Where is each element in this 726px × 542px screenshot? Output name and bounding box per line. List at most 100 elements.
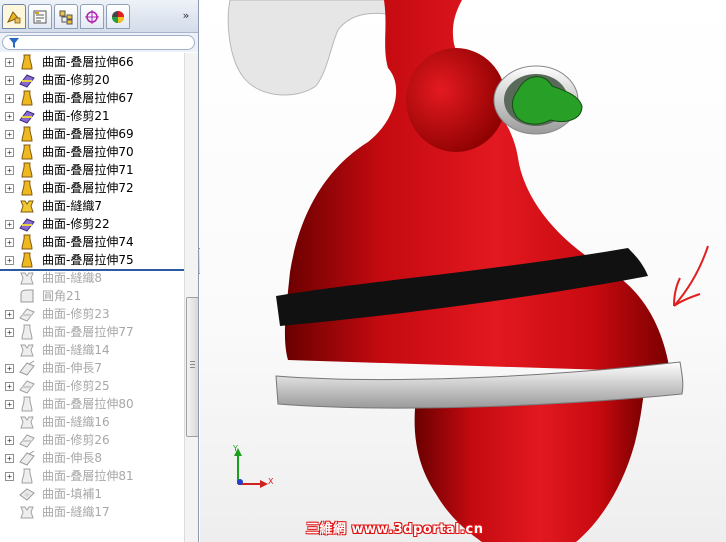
feature-tree-item[interactable]: + 曲面-叠層拉伸71 [0,161,184,179]
annotation-arrow [673,245,709,307]
feature-tree-item-label: 曲面-伸長7 [42,361,102,375]
expand-icon[interactable]: + [5,472,14,481]
feature-tree-item-label: 曲面-修剪21 [42,109,110,123]
feature-tree-item-label: 曲面-叠層拉伸70 [42,145,134,159]
feature-tree-item[interactable]: + 曲面-叠層拉伸66 [0,53,184,71]
feature-tree-item[interactable]: + 曲面-叠層拉伸70 [0,143,184,161]
rollback-bar[interactable] [0,269,184,271]
feature-tree: + 曲面-叠層拉伸66 + 曲面-修剪20 + 曲面-叠層拉伸67 + 曲面-修剪21 + 曲面-… [0,53,184,542]
feature-tree-item-label: 曲面-縫織8 [42,271,102,285]
collapse-panel-button[interactable]: » [177,6,195,26]
expand-icon[interactable]: + [5,94,14,103]
trim-icon [19,378,35,394]
double-chevron-right-icon: » [182,9,190,22]
feature-tree-item[interactable]: + 曲面-叠層拉伸75 [0,251,184,269]
panel-tab-bar: » [0,0,198,33]
property-manager-tab-icon [33,10,47,23]
model-view: Y X [227,0,709,542]
triad-y-label: Y [232,444,238,453]
knit-icon [19,504,35,520]
expand-icon[interactable]: + [5,400,14,409]
feature-tree-item-label: 曲面-縫織16 [42,415,110,429]
trim-icon [19,72,35,88]
expand-icon[interactable]: + [5,364,14,373]
feature-tree-item-label: 曲面-縫織14 [42,343,110,357]
feature-tree-item-label: 曲面-叠層拉伸77 [42,325,134,339]
extend-icon [19,360,35,376]
expand-icon[interactable]: + [5,256,14,265]
feature-tree-item-label: 曲面-叠層拉伸74 [42,235,134,249]
feature-tree-item[interactable]: + 曲面-修剪20 [0,71,184,89]
scrollbar-thumb[interactable] [186,297,198,437]
feature-tree-item[interactable]: 曲面-縫織8 [0,269,184,287]
filter-input[interactable] [2,35,195,50]
expand-icon[interactable]: + [5,220,14,229]
coordinate-triad: Y X [232,444,274,488]
feature-tree-item[interactable]: + 曲面-修剪26 [0,431,184,449]
expand-icon[interactable]: + [5,436,14,445]
feature-manager-tab[interactable] [2,4,26,29]
loft-icon [19,234,35,250]
property-manager-tab[interactable] [28,4,52,29]
feature-tree-item[interactable]: + 曲面-叠層拉伸69 [0,125,184,143]
feature-tree-item[interactable]: + 曲面-修剪22 [0,215,184,233]
feature-tree-item[interactable]: + 曲面-伸長8 [0,449,184,467]
feature-tree-item[interactable]: 圓角21 [0,287,184,305]
feature-tree-item-label: 曲面-叠層拉伸66 [42,55,134,69]
expand-icon[interactable]: + [5,166,14,175]
feature-tree-item[interactable]: + 曲面-叠層拉伸77 [0,323,184,341]
feature-tree-item[interactable]: + 曲面-修剪21 [0,107,184,125]
feature-manager-panel: » + 曲面-叠層拉伸66 + 曲面-修剪20 + 曲面-叠層拉伸67 + 曲面-修剪21 + 曲… [0,0,199,542]
feature-tree-item[interactable]: 曲面-縫織16 [0,413,184,431]
trim-icon [19,306,35,322]
feature-tree-item[interactable]: + 曲面-叠層拉伸72 [0,179,184,197]
expand-icon[interactable]: + [5,148,14,157]
trim-icon [19,108,35,124]
expand-icon[interactable]: + [5,184,14,193]
feature-tree-item-label: 曲面-縫織7 [42,199,102,213]
feature-tree-item[interactable]: + 曲面-修剪23 [0,305,184,323]
triad-x-label: X [268,477,274,486]
expand-icon[interactable]: + [5,76,14,85]
feature-tree-item[interactable]: 曲面-縫織14 [0,341,184,359]
feature-tree-item[interactable]: 曲面-縫織17 [0,503,184,521]
loft-icon [19,144,35,160]
expand-icon[interactable]: + [5,382,14,391]
configuration-manager-tab[interactable] [54,4,78,29]
trim-icon [19,216,35,232]
feature-tree-item-label: 曲面-修剪26 [42,433,110,447]
display-manager-tab[interactable] [106,4,130,29]
feature-tree-item[interactable]: 曲面-填補1 [0,485,184,503]
tree-scrollbar[interactable] [184,53,198,542]
expand-icon[interactable]: + [5,112,14,121]
loft-icon [19,126,35,142]
feature-tree-item-label: 曲面-叠層拉伸80 [42,397,134,411]
feature-tree-item[interactable]: + 曲面-叠層拉伸80 [0,395,184,413]
upper-arm [406,48,506,152]
expand-icon[interactable]: + [5,238,14,247]
loft-icon [19,468,35,484]
feature-tree-item[interactable]: + 曲面-伸長7 [0,359,184,377]
feature-tree-item[interactable]: + 曲面-叠層拉伸67 [0,89,184,107]
graphics-viewport[interactable]: Y X [200,0,726,542]
feature-tree-item[interactable]: + 曲面-修剪25 [0,377,184,395]
knit-icon [19,198,35,214]
trim-icon [19,432,35,448]
feature-tree-item-label: 曲面-叠層拉伸67 [42,91,134,105]
loft-icon [19,54,35,70]
feature-tree-item[interactable]: 曲面-縫織7 [0,197,184,215]
dimxpert-manager-tab-icon [85,9,99,24]
knit-icon [19,414,35,430]
expand-icon[interactable]: + [5,454,14,463]
feature-tree-item[interactable]: + 曲面-叠層拉伸81 [0,467,184,485]
feature-tree-item-label: 圓角21 [42,289,82,303]
feature-tree-item-label: 曲面-縫織17 [42,505,110,519]
filter-row [0,33,198,52]
expand-icon[interactable]: + [5,310,14,319]
expand-icon[interactable]: + [5,58,14,67]
expand-icon[interactable]: + [5,328,14,337]
loft-icon [19,396,35,412]
dimxpert-manager-tab[interactable] [80,4,104,29]
expand-icon[interactable]: + [5,130,14,139]
feature-tree-item[interactable]: + 曲面-叠層拉伸74 [0,233,184,251]
